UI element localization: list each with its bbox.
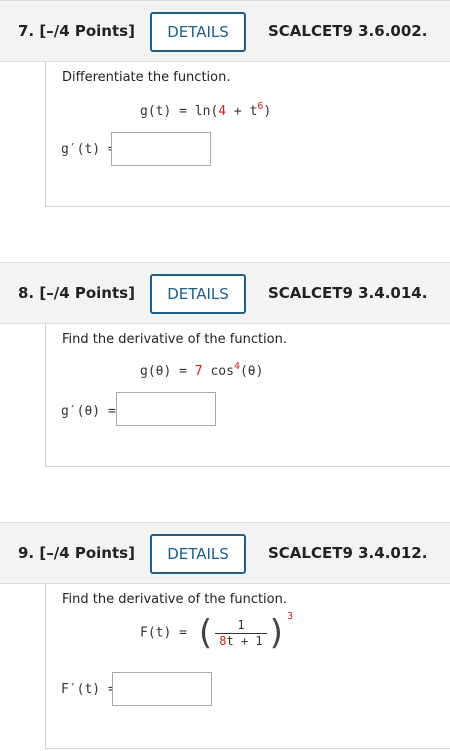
- fraction: 1 8t + 1: [215, 618, 267, 649]
- question-header: 9. [–/4 Points] DETAILS SCALCET9 3.4.012…: [0, 522, 450, 584]
- function-expression: g(t) = ln(4 + t6): [140, 101, 272, 119]
- details-button[interactable]: DETAILS: [150, 12, 246, 52]
- question-body: Find the derivative of the function. F(t…: [45, 584, 450, 749]
- answer-input[interactable]: [116, 392, 216, 426]
- question-code: SCALCET9 3.4.014.: [268, 284, 428, 302]
- homework-page: 7. [–/4 Points] DETAILS SCALCET9 3.6.002…: [0, 0, 450, 751]
- question-number: 8. [–/4 Points]: [18, 284, 135, 302]
- question-body: Differentiate the function. g(t) = ln(4 …: [45, 62, 450, 207]
- question-9: 9. [–/4 Points] DETAILS SCALCET9 3.4.012…: [0, 522, 450, 749]
- answer-label: g′(θ) =: [61, 404, 116, 419]
- question-7: 7. [–/4 Points] DETAILS SCALCET9 3.6.002…: [0, 0, 450, 207]
- answer-label: g′(t) =: [61, 142, 116, 157]
- question-prompt: Find the derivative of the function.: [62, 592, 287, 607]
- question-number: 7. [–/4 Points]: [18, 22, 135, 40]
- question-body: Find the derivative of the function. g(θ…: [45, 324, 450, 467]
- question-8: 8. [–/4 Points] DETAILS SCALCET9 3.4.014…: [0, 262, 450, 467]
- answer-input[interactable]: [111, 132, 211, 166]
- question-header: 8. [–/4 Points] DETAILS SCALCET9 3.4.014…: [0, 262, 450, 324]
- question-header: 7. [–/4 Points] DETAILS SCALCET9 3.6.002…: [0, 0, 450, 62]
- function-expression: F(t) = (1 8t + 1)3: [140, 610, 294, 653]
- answer-input[interactable]: [112, 672, 212, 706]
- function-expression: g(θ) = 7 cos4(θ): [140, 361, 264, 379]
- details-button[interactable]: DETAILS: [150, 534, 246, 574]
- question-code: SCALCET9 3.4.012.: [268, 544, 428, 562]
- question-code: SCALCET9 3.6.002.: [268, 22, 428, 40]
- question-number: 9. [–/4 Points]: [18, 544, 135, 562]
- question-prompt: Differentiate the function.: [62, 70, 231, 85]
- question-prompt: Find the derivative of the function.: [62, 332, 287, 347]
- details-button[interactable]: DETAILS: [150, 274, 246, 314]
- answer-label: F′(t) =: [61, 682, 116, 697]
